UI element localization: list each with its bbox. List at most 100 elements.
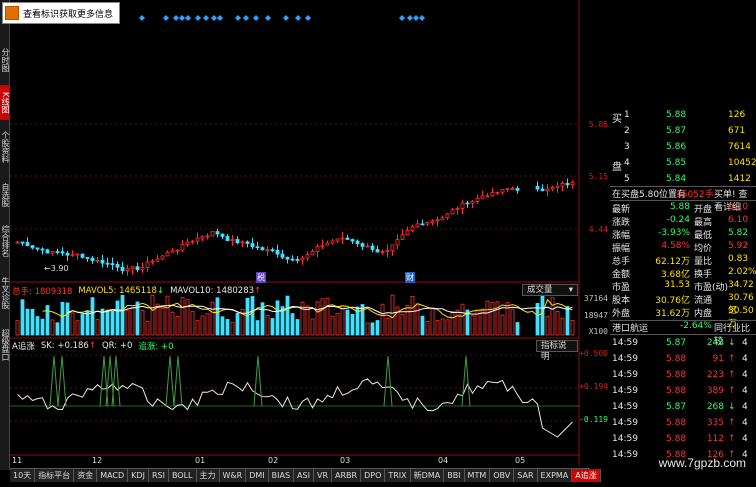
candle-body: [70, 253, 75, 256]
event-mark[interactable]: 税: [256, 272, 266, 283]
volume-bar: [515, 322, 520, 336]
big-order-info[interactable]: 在买盘5.80位置有 15052手 买单! 查看详细: [610, 187, 756, 213]
indicator-tab[interactable]: W&R: [220, 469, 247, 482]
sector-row[interactable]: 港口航运 -2.64% 同行业比较: [610, 321, 756, 347]
event-mark[interactable]: 财: [405, 272, 415, 283]
indicator-tab[interactable]: 新DMA: [411, 469, 445, 482]
trade-count: 4: [742, 402, 748, 412]
volume-bar: [250, 296, 255, 336]
volume-bar: [490, 302, 495, 336]
order-book-row: 买 1 5.88 126: [610, 108, 756, 125]
candle-body: [15, 241, 20, 244]
indicator-tab[interactable]: 指标平台: [35, 469, 75, 482]
indicator-tab[interactable]: 10天: [10, 469, 36, 482]
kline-chart-area[interactable]: [10, 0, 580, 466]
candle-body: [125, 268, 130, 272]
quote-row: 最新 5.88 开盘 6.10: [610, 202, 756, 215]
candle-body: [495, 191, 500, 194]
candle-body: [180, 244, 185, 251]
volume-bar: [175, 316, 180, 336]
candle-body: [55, 251, 60, 253]
candle-body: [300, 257, 305, 261]
volume-bar: [455, 309, 460, 336]
candle-body: [460, 202, 465, 209]
candle-body: [475, 197, 480, 202]
indicator-tab[interactable]: A追涨: [572, 469, 601, 482]
indicator-tab[interactable]: MACD: [97, 469, 129, 482]
left-tab[interactable]: K线图: [0, 85, 10, 120]
candle-body: [320, 244, 325, 247]
order-book-row: 3 5.86 7614: [610, 140, 756, 156]
quote-value: 4.58%: [661, 241, 690, 251]
left-tab[interactable]: 分时图: [0, 40, 10, 80]
date-tick: 12: [92, 456, 103, 465]
indicator-tab[interactable]: TRIX: [385, 469, 411, 482]
indicator-tab[interactable]: MTM: [465, 469, 491, 482]
indicator-tab[interactable]: 主力: [197, 469, 220, 482]
left-tab[interactable]: 自选股: [0, 176, 10, 214]
candle-body: [240, 241, 245, 244]
candle-body: [195, 237, 200, 242]
indicator-name: A追涨: [12, 342, 35, 352]
candle-body: [420, 223, 425, 226]
trade-time: 14:59: [612, 354, 638, 364]
indicator-tab[interactable]: DMI: [246, 469, 269, 482]
volume-indicator-dropdown[interactable]: 成交量 ▾: [522, 284, 578, 296]
mavol10-label: MAVOL10: 1480283↑: [170, 286, 262, 296]
candle-body: [30, 245, 35, 249]
left-tab[interactable]: 超级盘口: [0, 320, 10, 370]
indicator-tab[interactable]: BBI: [444, 469, 465, 482]
indicator-zz: 追涨: +0: [138, 342, 174, 352]
candle-body: [510, 188, 515, 190]
volume-bar: [390, 294, 395, 336]
trade-time: 14:59: [612, 434, 638, 444]
quote-key: 流通: [694, 296, 713, 306]
indicator-tab[interactable]: DPO: [361, 469, 386, 482]
sector-change: -2.64%: [680, 321, 712, 331]
indicator-tab[interactable]: ARBR: [332, 469, 362, 482]
volume-bar: [460, 303, 465, 336]
indicator-help-button[interactable]: 指标说明: [536, 340, 578, 362]
indicator-tab[interactable]: ASI: [294, 469, 314, 482]
price-axis: 5.86 5.15 4.44 37164 18947 X100 +0.500 +…: [579, 0, 610, 466]
volume-bar: [120, 294, 125, 336]
quote-value: 31.53: [664, 280, 690, 290]
indicator-tab[interactable]: VR: [314, 469, 332, 482]
indicator-tab[interactable]: KDJ: [128, 469, 149, 482]
candlesticks: [15, 178, 575, 276]
quote-key: 量比: [694, 257, 713, 267]
price-tick: 4.44: [588, 225, 608, 234]
order-book-row: 盘 4 5.85 10452: [610, 156, 756, 173]
volume-bar: [235, 312, 240, 336]
volume-bar: [360, 304, 365, 336]
candle-body: [410, 226, 415, 231]
candle-body: [385, 250, 390, 252]
indicator-tab[interactable]: EXPMA: [538, 469, 573, 482]
quote-value: 0.83: [728, 254, 749, 264]
volume-bar: [380, 303, 385, 336]
indicator-tab[interactable]: BIAS: [269, 469, 295, 482]
volume-bar: [70, 312, 75, 336]
candle-body: [25, 242, 30, 246]
volume-legend: 总手: 1809318 MAVOL5: 1465118↓ MAVOL10: 14…: [12, 285, 261, 297]
candle-body: [435, 219, 440, 222]
candle-body: [230, 239, 235, 241]
indicator-lines: [17, 355, 573, 438]
info-tooltip[interactable]: 查看标识获取更多信息: [2, 2, 121, 24]
indicator-tab[interactable]: 资金: [74, 469, 98, 482]
order-level: 5: [624, 174, 630, 184]
quote-key: 最高: [694, 218, 713, 228]
indicator-tab[interactable]: OBV: [490, 469, 515, 482]
arrow-down-icon: ↓: [728, 402, 736, 412]
left-tab[interactable]: 牛叉诊股: [0, 268, 10, 318]
date-tick: 11: [12, 456, 23, 465]
order-volume: 671: [728, 126, 746, 136]
quote-value: 2.02%: [728, 267, 756, 277]
arrow-up-icon: ↑: [728, 354, 736, 364]
volume-bar: [510, 308, 515, 336]
left-tab[interactable]: 综合排名: [0, 216, 10, 266]
indicator-tab[interactable]: BOLL: [169, 469, 197, 482]
indicator-tab[interactable]: SAR: [514, 469, 538, 482]
left-tab[interactable]: 个股资料: [0, 122, 10, 172]
indicator-tab[interactable]: RSI: [149, 469, 169, 482]
